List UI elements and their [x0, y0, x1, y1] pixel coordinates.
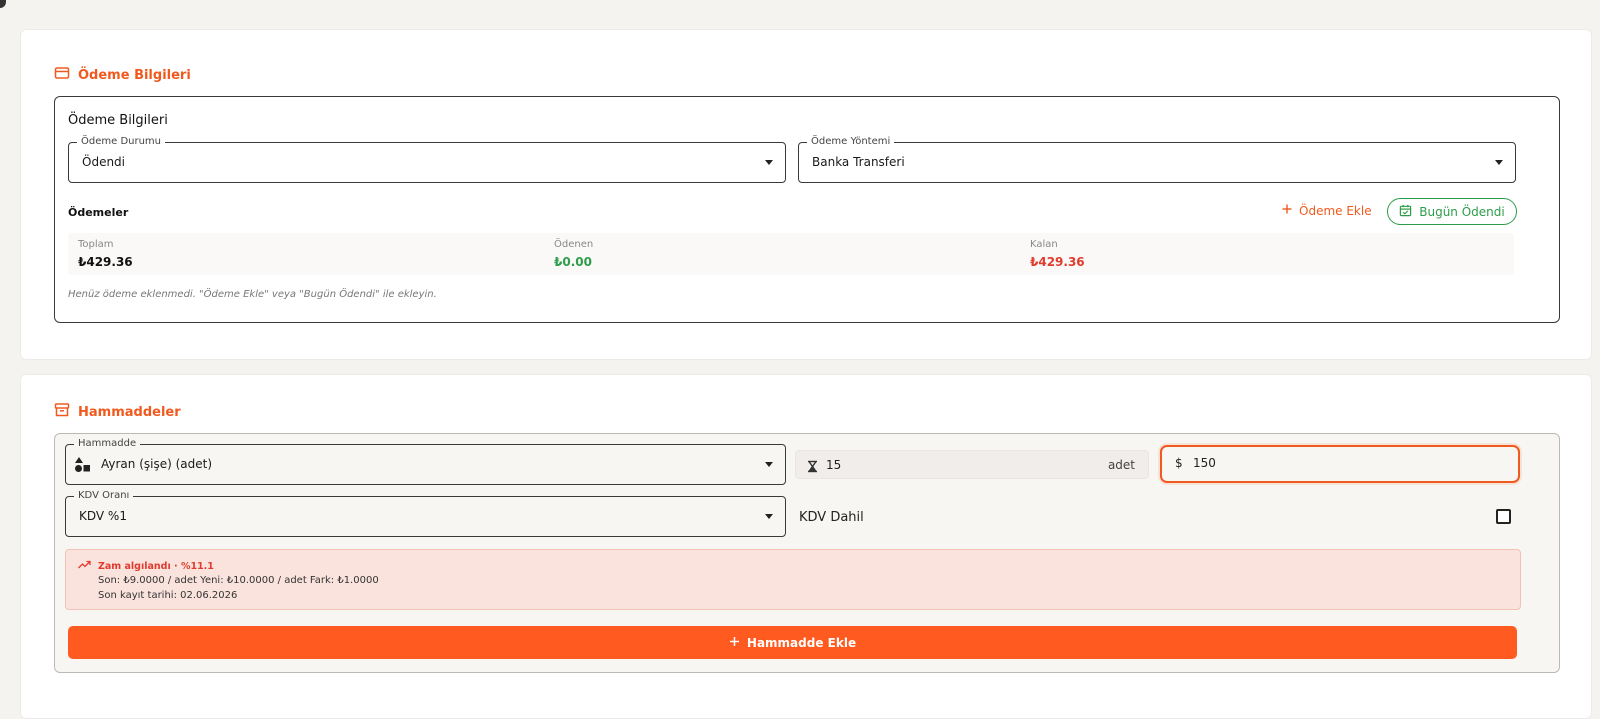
- paid-today-label: Bugün Ödendi: [1419, 204, 1505, 219]
- raw-section-header: Hammaddeler: [54, 402, 181, 422]
- payment-status-select[interactable]: Ödeme Durumu Ödendi: [68, 136, 786, 183]
- price-value: 150: [1193, 456, 1216, 470]
- shapes-icon: [74, 456, 91, 477]
- chevron-down-icon: [1495, 160, 1503, 165]
- add-raw-material-label: Hammadde Ekle: [746, 635, 857, 650]
- credit-card-icon: [54, 65, 70, 85]
- chevron-down-icon: [765, 160, 773, 165]
- chevron-down-icon: [765, 514, 773, 519]
- archive-box-icon: [54, 402, 70, 422]
- chevron-down-icon: [765, 462, 773, 467]
- raw-material-label: Hammadde: [74, 438, 141, 450]
- summary-total: Toplam ₺429.36: [78, 239, 133, 269]
- raw-materials-card: Hammaddeler Hammadde Ayran (şişe) (adet)…: [20, 374, 1592, 719]
- payment-card: Ödeme Bilgileri Ödeme Bilgileri Ödeme Du…: [20, 29, 1592, 360]
- quantity-unit: adet: [1107, 458, 1135, 472]
- summary-paid: Ödenen ₺0.00: [554, 239, 593, 269]
- plus-icon: [1281, 203, 1293, 218]
- raw-section-title: Hammaddeler: [78, 404, 181, 420]
- raw-material-value: Ayran (şişe) (adet): [101, 457, 213, 471]
- add-payment-label: Ödeme Ekle: [1299, 203, 1372, 218]
- payment-method-label: Ödeme Yöntemi: [807, 136, 895, 148]
- payment-status-value: Ödendi: [82, 155, 126, 169]
- vat-included-checkbox[interactable]: [1496, 509, 1511, 524]
- remaining-value: ₺429.36: [1030, 255, 1085, 269]
- add-raw-material-button[interactable]: Hammadde Ekle: [68, 626, 1517, 659]
- dollar-icon: $: [1175, 456, 1183, 470]
- window-corner: [0, 0, 6, 8]
- payment-method-select[interactable]: Ödeme Yöntemi Banka Transferi: [798, 136, 1516, 183]
- payment-info-title: Ödeme Bilgileri: [68, 113, 168, 128]
- vat-rate-label: KDV Oranı: [74, 490, 134, 502]
- paid-value: ₺0.00: [554, 255, 592, 269]
- trending-up-icon: [78, 560, 91, 572]
- calendar-check-icon: [1399, 204, 1412, 220]
- vat-rate-value: KDV %1: [79, 509, 127, 523]
- paid-label: Ödenen: [554, 239, 594, 250]
- remaining-label: Kalan: [1030, 239, 1058, 250]
- quantity-input[interactable]: 15 adet: [795, 450, 1149, 479]
- vat-included-label: KDV Dahil: [799, 510, 864, 525]
- add-payment-button[interactable]: Ödeme Ekle: [1281, 203, 1372, 218]
- alert-last-record-date: Son kayıt tarihi: 02.06.2026: [98, 590, 238, 601]
- alert-title-row: Zam algılandı · %11.1: [78, 560, 214, 572]
- summary-remaining: Kalan ₺429.36: [1030, 239, 1085, 269]
- plus-icon: [729, 636, 740, 650]
- total-label: Toplam: [78, 239, 114, 250]
- empty-payments-note: Henüz ödeme eklenmedi. "Ödeme Ekle" veya…: [68, 289, 437, 300]
- payment-summary: Toplam ₺429.36 Ödenen ₺0.00 Kalan ₺429.3…: [68, 233, 1514, 275]
- paid-today-button[interactable]: Bugün Ödendi: [1387, 198, 1517, 225]
- payments-label: Ödemeler: [68, 206, 129, 219]
- hourglass-icon: [806, 458, 819, 477]
- quantity-value: 15: [826, 458, 842, 472]
- price-increase-alert: Zam algılandı · %11.1 Son: ₺9.0000 / ade…: [65, 549, 1521, 610]
- raw-material-form: Hammadde Ayran (şişe) (adet) 15 adet $ 1…: [54, 433, 1560, 673]
- raw-material-select[interactable]: Hammadde Ayran (şişe) (adet): [65, 438, 786, 485]
- payment-section-title: Ödeme Bilgileri: [78, 67, 191, 83]
- alert-title: Zam algılandı · %11.1: [98, 560, 214, 572]
- alert-price-diff: Son: ₺9.0000 / adet Yeni: ₺10.0000 / ade…: [98, 575, 379, 586]
- vat-rate-select[interactable]: KDV Oranı KDV %1: [65, 490, 786, 537]
- payment-section-header: Ödeme Bilgileri: [54, 65, 191, 85]
- payment-info-panel: Ödeme Bilgileri Ödeme Durumu Ödendi Ödem…: [54, 96, 1560, 323]
- payment-status-label: Ödeme Durumu: [77, 136, 166, 148]
- total-value: ₺429.36: [78, 255, 133, 269]
- price-input[interactable]: $ 150: [1160, 445, 1520, 483]
- payment-method-value: Banka Transferi: [812, 155, 905, 169]
